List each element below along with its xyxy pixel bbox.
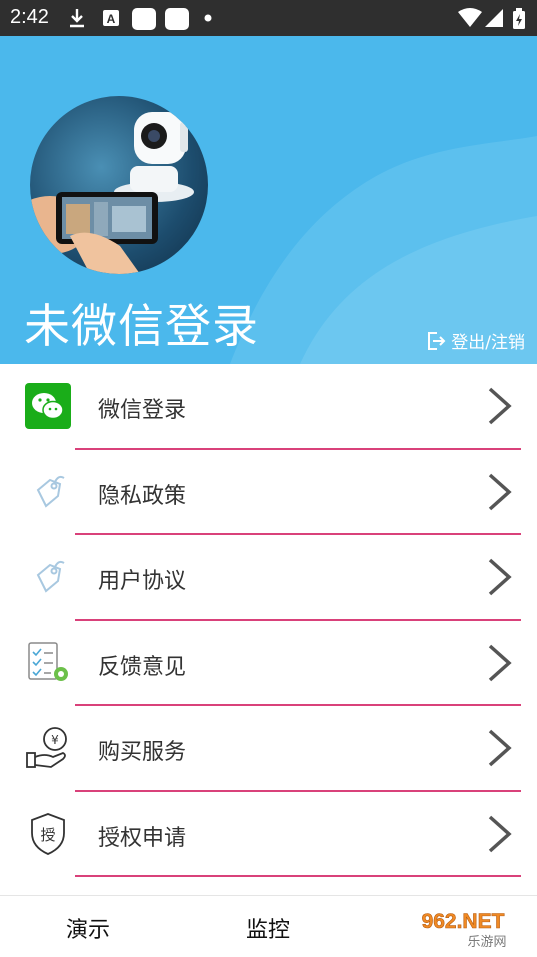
menu-item-label: 隐私政策 [98,483,187,509]
wifi-icon [458,8,482,27]
tab-monitor[interactable]: 监控 [246,912,290,944]
tag-icon [24,468,72,516]
avatar[interactable] [30,96,208,274]
download-icon [70,9,84,28]
tab-demo[interactable]: 演示 [66,912,110,944]
chevron-right-icon [488,815,512,852]
login-status-title: 未微信登录 [24,299,259,353]
dot-icon [204,14,212,22]
site-watermark-logo: 962.NET 乐游网 [397,906,529,950]
chevron-right-icon [488,729,512,767]
profile-header: 未微信登录 登出/注销 [0,36,537,364]
menu-item-purchase-service[interactable]: ¥ 购买服务 [0,706,537,792]
a-icon: A [103,10,119,26]
menu-item-label: 反馈意见 [98,654,187,680]
chevron-right-icon [488,387,512,425]
menu-item-authorization-request[interactable]: 授 授权申请 [0,792,537,877]
purchase-icon: ¥ [24,724,72,772]
logout-label: 登出/注销 [451,333,525,353]
app-square-icon [132,8,156,30]
menu-item-label: 授权申请 [98,825,187,851]
menu-item-feedback[interactable]: 反馈意见 [0,621,537,706]
menu-item-privacy-policy[interactable]: 隐私政策 [0,450,537,535]
svg-text:A: A [107,12,116,26]
menu-item-user-agreement[interactable]: 用户协议 [0,535,537,621]
svg-text:乐游网: 乐游网 [467,935,506,950]
wechat-icon [24,382,72,430]
logout-button[interactable]: 登出/注销 [425,328,525,353]
tag-icon [24,553,72,601]
logout-icon [428,331,446,350]
chevron-right-icon [488,473,512,510]
svg-text:¥: ¥ [51,733,59,747]
chevron-right-icon [488,558,512,596]
shield-icon: 授 [24,810,72,858]
svg-text:授: 授 [40,826,55,844]
menu-item-wechat-login[interactable]: 微信登录 [0,364,537,450]
chevron-right-icon [488,644,512,681]
svg-text:962.NET: 962.NET [422,910,505,933]
camera-app-logo [30,112,194,274]
battery-icon [513,8,525,29]
menu-item-label: 用户协议 [98,569,187,594]
app-square-icon [165,8,189,30]
divider [75,875,521,877]
menu-item-label: 购买服务 [98,740,187,765]
status-bar: 2:42 A [0,0,537,36]
checklist-icon [24,639,72,687]
status-time: 2:42 [10,6,49,28]
menu-list: 微信登录 隐私政策 用户协议 反馈意见 ¥ 购买服务 授 授权申请 [0,364,537,877]
signal-icon [485,9,503,27]
menu-item-label: 微信登录 [98,398,187,423]
